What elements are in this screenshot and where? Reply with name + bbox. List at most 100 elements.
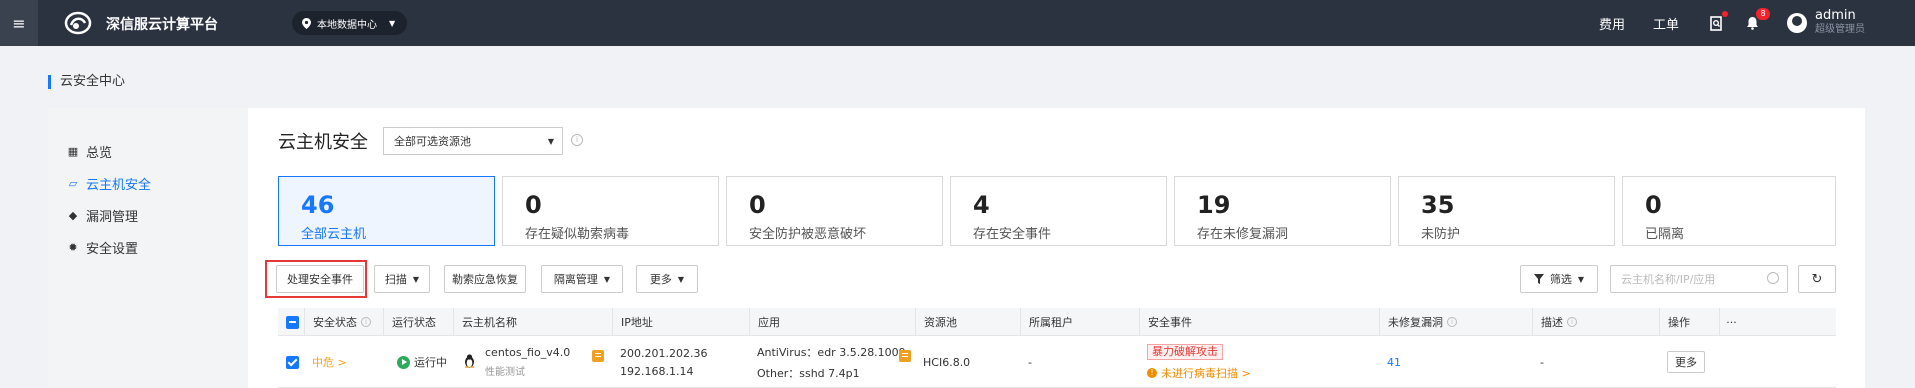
stat-label: 已隔离 [1645,227,1685,242]
stat-card-unprotected[interactable]: 35 未防护 [1398,176,1615,246]
stat-card-security-events[interactable]: 4 存在安全事件 [950,176,1167,246]
layers-icon: ◆ [68,208,78,222]
select-all-checkbox[interactable] [286,315,299,329]
refresh-icon: ↻ [1811,271,1823,287]
sidebar-item-overview[interactable]: ▦ 总览 [48,135,248,167]
logo-icon [64,11,92,35]
info-icon[interactable]: i [361,317,371,327]
more-actions-button[interactable]: 更多 ▼ [636,265,698,293]
host-name-cell: centos_fio_v4.0 性能测试 [453,336,612,388]
stat-card-ransomware[interactable]: 0 存在疑似勒索病毒 [502,176,719,246]
page-title: 云安全中心 [48,75,125,89]
datacenter-selector[interactable]: 本地数据中心 ▼ [292,11,408,35]
bell-icon[interactable]: 8 [1743,8,1770,32]
billing-link[interactable]: 费用 [1599,14,1625,33]
app-entry: Other：sshd 7.4p1 [757,366,860,380]
refresh-button[interactable]: ↻ [1798,265,1836,293]
resource-pool: HCI6.8.0 [923,355,971,369]
avatar[interactable] [1787,13,1807,33]
linux-penguin-icon [465,354,474,368]
sidebar-item-settings[interactable]: ✹ 安全设置 [48,231,248,263]
caret-down-icon: ▼ [677,274,685,284]
sidebar-item-vulnerabilities[interactable]: ◆ 漏洞管理 [48,199,248,231]
caret-down-icon: ▼ [547,136,554,146]
ip-cell: 200.201.202.36 192.168.1.14 [612,336,749,388]
security-status[interactable]: 中危 > [304,336,383,388]
menu-toggle-button[interactable]: ≡ [0,0,38,46]
sidebar-item-host-security[interactable]: ▱ 云主机安全 [48,167,248,199]
ip-address: 200.201.202.36 [620,346,708,360]
info-icon[interactable]: i [571,134,583,146]
user-menu[interactable]: admin 超级管理员 [1815,9,1865,37]
stat-value: 0 [749,191,766,219]
column-header[interactable]: 资源池 [915,308,1020,336]
column-header[interactable]: 描述 i [1532,308,1659,336]
button-label: 更多 [649,273,672,286]
note-icon[interactable] [899,350,911,362]
highlight-box [265,260,367,298]
filter-button[interactable]: 筛选 ▼ [1520,265,1598,293]
stat-card-isolated[interactable]: 0 已隔离 [1622,176,1836,246]
unfixed-vulns[interactable]: 41 [1379,336,1532,388]
stat-label: 存在未修复漏洞 [1197,227,1289,242]
ransom-recovery-button[interactable]: 勒索应急恢复 [444,265,526,293]
ticket-link[interactable]: 工单 [1653,14,1679,33]
host-security-icon: ▱ [68,176,78,190]
stat-label: 未防护 [1421,227,1461,242]
section-title: 云主机安全 [278,132,368,153]
location-pin-icon [302,17,311,29]
description: - [1540,355,1544,369]
app-entry: AntiVirus：edr 3.5.28.1009 [757,345,906,359]
info-icon[interactable]: i [1567,317,1577,327]
column-header[interactable]: IP地址 [612,308,749,336]
run-status-label: 运行中 [414,356,447,369]
stat-card-unfixed-vulns[interactable]: 19 存在未修复漏洞 [1174,176,1391,246]
caret-down-icon: ▼ [389,18,396,28]
event-tag[interactable]: 暴力破解攻击 [1147,343,1223,360]
action-cell: 更多 [1659,336,1743,388]
column-header[interactable]: 云主机名称 [453,308,612,336]
column-header[interactable]: 安全状态 i [304,308,383,336]
stat-value: 19 [1197,191,1231,219]
sidebar-item-label: 安全设置 [86,241,139,257]
brand-name: 深信服云计算平台 [106,17,218,33]
resource-pool-select[interactable]: 全部可选资源池 ▼ [383,127,563,155]
row-checkbox-cell [278,336,304,388]
search-placeholder: 云主机名称/IP/应用 [1621,273,1716,286]
stat-value: 0 [1645,191,1662,219]
host-subname: 性能测试 [485,367,525,378]
stat-card-protection-broken[interactable]: 0 安全防护被恶意破坏 [726,176,943,246]
column-settings-button[interactable]: ··· [1719,308,1743,336]
note-icon[interactable] [592,350,604,362]
search-input[interactable]: 云主机名称/IP/应用 [1610,265,1788,293]
column-header[interactable]: 所属租户 [1020,308,1139,336]
document-search-icon[interactable] [1707,11,1728,32]
column-header[interactable]: 安全事件 [1139,308,1379,336]
column-header[interactable]: 未修复漏洞 i [1379,308,1532,336]
notification-badge: 8 [1756,8,1770,20]
info-icon[interactable]: i [1447,317,1457,327]
stat-label: 存在安全事件 [973,227,1052,242]
column-header[interactable]: 运行状态 [383,308,453,336]
stat-card-all-hosts[interactable]: 46 全部云主机 [278,176,495,246]
search-icon[interactable] [1767,272,1779,284]
button-label: 扫描 [384,273,407,286]
grid-icon: ▦ [67,144,79,158]
caret-down-icon: ▼ [412,274,420,284]
button-label: 隔离管理 [553,273,598,286]
sidebar-item-label: 漏洞管理 [86,209,139,225]
table-header: 安全状态 i 运行状态 云主机名称 IP地址 应用 资源池 所属租户 安全事件 未… [278,308,1836,336]
caret-down-icon: ▼ [1577,274,1585,284]
user-name: admin [1815,8,1856,23]
table-row[interactable]: 中危 > 运行中 centos_fio_v4.0 性能测试 200.201.20… [278,336,1836,388]
stat-label: 全部云主机 [301,227,367,242]
column-header: 操作 [1659,308,1719,336]
scan-warning[interactable]: ! 未进行病毒扫描 > [1147,365,1251,381]
user-role: 超级管理员 [1815,24,1865,35]
row-more-button[interactable]: 更多 [1667,351,1705,373]
column-header[interactable]: 应用 [749,308,915,336]
scan-button[interactable]: 扫描 ▼ [374,265,430,293]
row-checkbox[interactable] [286,355,299,369]
ip-address: 192.168.1.14 [620,364,694,378]
isolation-button[interactable]: 隔离管理 ▼ [541,265,623,293]
